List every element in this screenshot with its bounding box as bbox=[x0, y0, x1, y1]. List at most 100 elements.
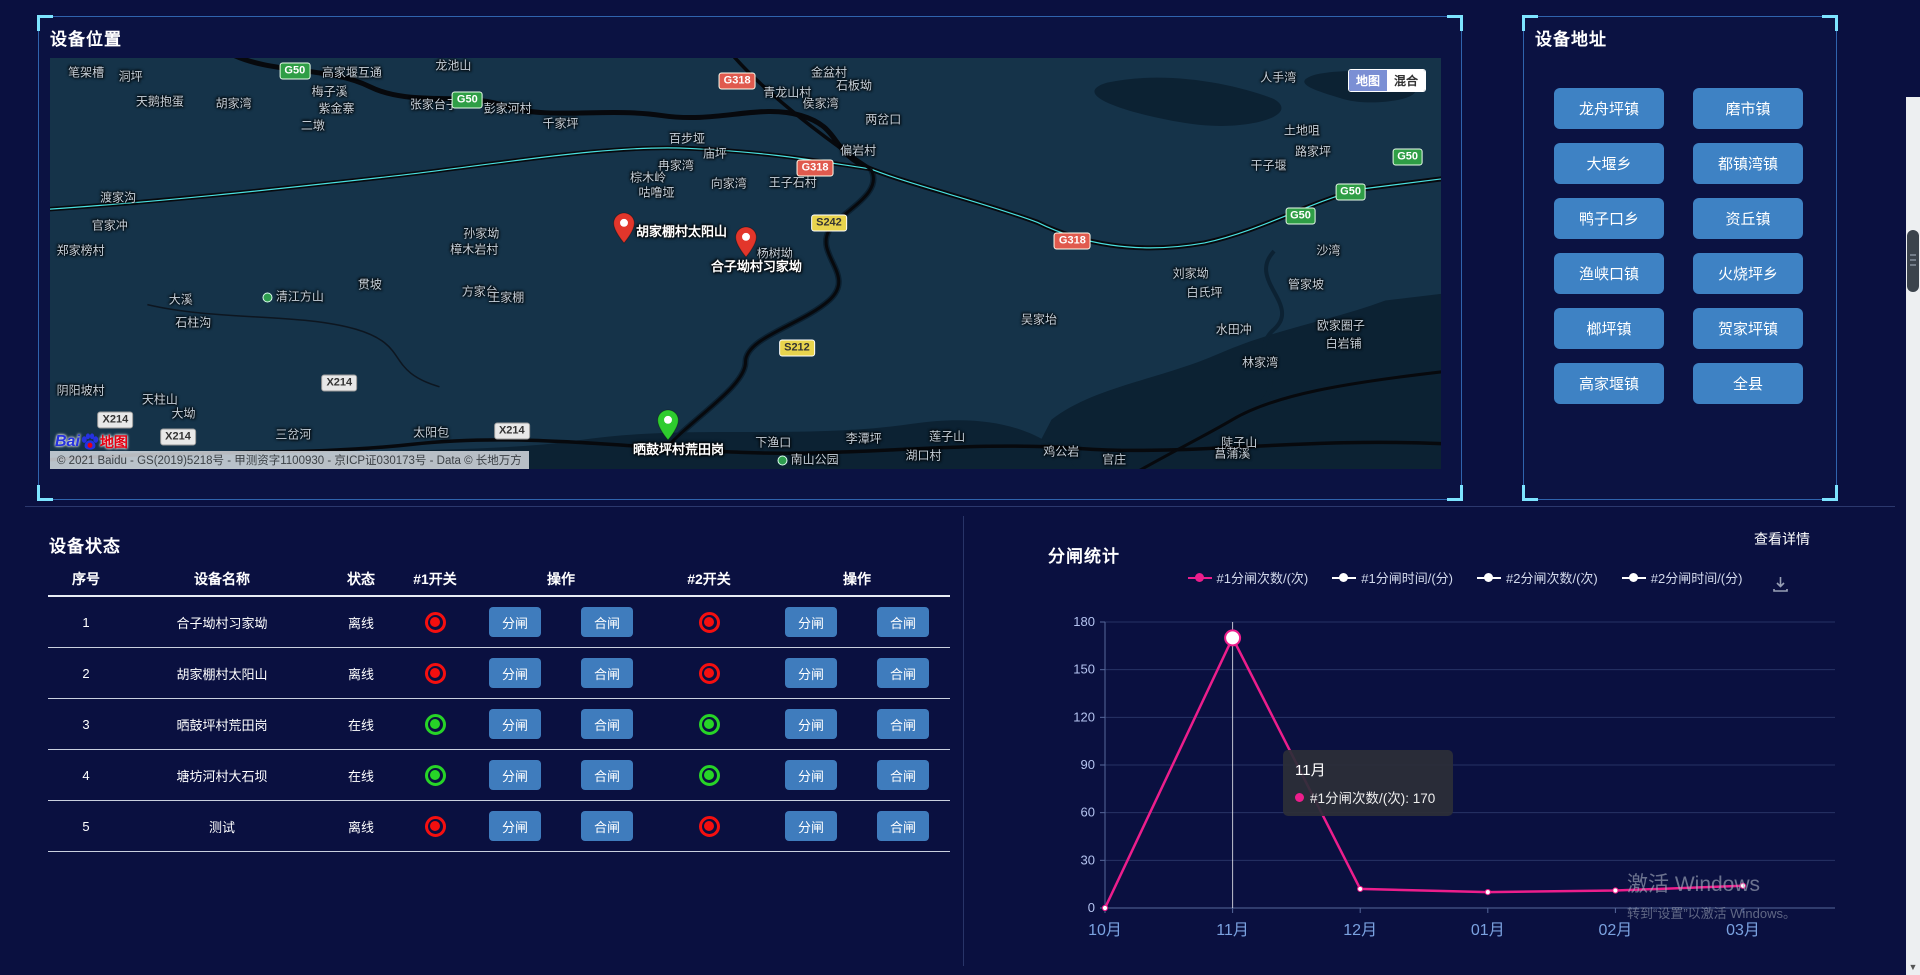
open-switch-button[interactable]: 分闸 bbox=[489, 607, 541, 637]
device-address-title: 设备地址 bbox=[1535, 25, 1607, 50]
map-type-hybrid[interactable]: 混合 bbox=[1387, 70, 1425, 91]
device-status-body: 1合子坳村习家坳离线分闸合闸分闸合闸2胡家棚村太阳山离线分闸合闸分闸合闸3晒鼓坪… bbox=[48, 597, 950, 852]
cell-switch1 bbox=[402, 663, 468, 684]
cell-status: 离线 bbox=[320, 613, 402, 632]
open-switch-button[interactable]: 分闸 bbox=[785, 709, 837, 739]
view-details-link[interactable]: 查看详情 bbox=[1754, 529, 1810, 549]
cell-switch2 bbox=[654, 663, 764, 684]
map-place-label: 沙湾 bbox=[1316, 242, 1340, 259]
map-place-label: 偏岩村 bbox=[840, 142, 876, 159]
download-icon[interactable] bbox=[1772, 576, 1789, 593]
open-switch-button[interactable]: 分闸 bbox=[785, 607, 837, 637]
device-location-title: 设备位置 bbox=[50, 25, 122, 50]
cell-operations2: 分闸 合闸 bbox=[764, 658, 950, 688]
address-button[interactable]: 贺家坪镇 bbox=[1693, 308, 1803, 349]
map-place-label: 石柱沟 bbox=[175, 313, 211, 330]
tooltip-category: 11月 bbox=[1295, 759, 1441, 780]
map-place-label: 紫金寨 bbox=[319, 100, 355, 117]
close-switch-button[interactable]: 合闸 bbox=[877, 607, 929, 637]
open-switch-button[interactable]: 分闸 bbox=[489, 760, 541, 790]
page-scrollbar[interactable]: ▼ bbox=[1906, 97, 1920, 975]
map-place-label: 官庄 bbox=[1102, 450, 1126, 467]
close-switch-button[interactable]: 合闸 bbox=[581, 811, 633, 841]
legend-item[interactable]: #1分闸次数/(次) bbox=[1188, 568, 1309, 587]
map-place-label: 南山公园 bbox=[778, 450, 839, 467]
legend-marker-icon bbox=[1477, 573, 1501, 582]
svg-text:180: 180 bbox=[1073, 614, 1095, 629]
address-button[interactable]: 磨市镇 bbox=[1693, 88, 1803, 129]
baidu-map[interactable]: 笔架槽洞坪天鹅抱蛋胡家湾高家堰互通梅子溪紫金寨二墩龙池山张家台子彭家河村千家坪金… bbox=[50, 58, 1441, 469]
map-place-label: 向家湾 bbox=[711, 174, 747, 191]
vertical-divider bbox=[963, 516, 964, 966]
close-switch-button[interactable]: 合闸 bbox=[581, 709, 633, 739]
scrollbar-thumb[interactable] bbox=[1907, 230, 1919, 292]
map-type-toggle[interactable]: 地图 混合 bbox=[1348, 69, 1426, 92]
map-marker-pin[interactable]: 晒鼓坪村荒田岗 bbox=[656, 409, 679, 446]
legend-item[interactable]: #1分闸时间/(分) bbox=[1332, 568, 1453, 587]
corner-decoration bbox=[37, 485, 53, 501]
map-place-label: 彭家河村 bbox=[484, 100, 532, 117]
switch1-indicator-off bbox=[425, 663, 446, 684]
close-switch-button[interactable]: 合闸 bbox=[877, 811, 929, 841]
svg-text:90: 90 bbox=[1081, 757, 1095, 772]
map-marker-pin[interactable]: 合子坳村习家坳 bbox=[734, 226, 757, 263]
corner-decoration bbox=[1447, 15, 1463, 31]
table-header-row: 序号 设备名称 状态 #1开关 操作 #2开关 操作 bbox=[48, 563, 950, 597]
cell-operations1: 分闸 合闸 bbox=[468, 658, 654, 688]
scrollbar-down-arrow[interactable]: ▼ bbox=[1906, 959, 1920, 975]
address-button[interactable]: 都镇湾镇 bbox=[1693, 143, 1803, 184]
cell-operations1: 分闸 合闸 bbox=[468, 607, 654, 637]
baidu-logo-map-word: 地图 bbox=[100, 432, 128, 452]
col-header-op1: 操作 bbox=[468, 569, 654, 589]
cell-switch2 bbox=[654, 612, 764, 633]
svg-text:01月: 01月 bbox=[1471, 922, 1505, 939]
switch1-indicator-on bbox=[425, 714, 446, 735]
open-switch-button[interactable]: 分闸 bbox=[785, 811, 837, 841]
address-button[interactable]: 渔峡口镇 bbox=[1554, 253, 1664, 294]
svg-text:120: 120 bbox=[1073, 709, 1095, 724]
open-switch-button[interactable]: 分闸 bbox=[489, 658, 541, 688]
close-switch-button[interactable]: 合闸 bbox=[877, 709, 929, 739]
close-switch-button[interactable]: 合闸 bbox=[877, 658, 929, 688]
open-switch-button[interactable]: 分闸 bbox=[489, 709, 541, 739]
map-place-label: 侯家湾 bbox=[803, 95, 839, 112]
address-button[interactable]: 高家堰镇 bbox=[1554, 363, 1664, 404]
map-place-label: 莲子山 bbox=[929, 428, 965, 445]
close-switch-button[interactable]: 合闸 bbox=[581, 607, 633, 637]
map-place-label: 洞坪 bbox=[119, 68, 143, 85]
col-header-status: 状态 bbox=[320, 569, 402, 589]
open-switch-button[interactable]: 分闸 bbox=[489, 811, 541, 841]
open-switch-button[interactable]: 分闸 bbox=[785, 658, 837, 688]
address-button[interactable]: 大堰乡 bbox=[1554, 143, 1664, 184]
cell-operations2: 分闸 合闸 bbox=[764, 709, 950, 739]
address-button[interactable]: 全县 bbox=[1693, 363, 1803, 404]
table-row: 2胡家棚村太阳山离线分闸合闸分闸合闸 bbox=[48, 648, 950, 699]
device-status-title: 设备状态 bbox=[49, 532, 121, 557]
dashboard: 设备位置 笔架槽洞坪天鹅抱蛋胡家湾高家堰互通梅子溪紫金寨二墩龙池山张家台子彭 bbox=[0, 0, 1920, 975]
address-button[interactable]: 资丘镇 bbox=[1693, 198, 1803, 239]
address-button[interactable]: 鸭子口乡 bbox=[1554, 198, 1664, 239]
cell-operations2: 分闸 合闸 bbox=[764, 607, 950, 637]
map-place-label: 湖口村 bbox=[906, 446, 942, 463]
legend-item[interactable]: #2分闸次数/(次) bbox=[1477, 568, 1598, 587]
map-place-label: 管家坡 bbox=[1288, 276, 1324, 293]
col-header-switch2: #2开关 bbox=[654, 569, 764, 589]
legend-item[interactable]: #2分闸时间/(分) bbox=[1622, 568, 1743, 587]
address-button[interactable]: 龙舟坪镇 bbox=[1554, 88, 1664, 129]
road-shield-G318: G318 bbox=[719, 73, 756, 90]
close-switch-button[interactable]: 合闸 bbox=[877, 760, 929, 790]
map-type-map[interactable]: 地图 bbox=[1349, 70, 1387, 91]
chart-legend: #1分闸次数/(次) #1分闸时间/(分) #2分闸次数/(次) #2分闸时间/(分) bbox=[1085, 568, 1845, 587]
close-switch-button[interactable]: 合闸 bbox=[581, 760, 633, 790]
map-place-label: 贯坡 bbox=[358, 276, 382, 293]
col-header-name: 设备名称 bbox=[124, 569, 320, 589]
legend-label: #1分闸时间/(分) bbox=[1361, 568, 1453, 587]
svg-text:30: 30 bbox=[1081, 852, 1095, 867]
address-button[interactable]: 榔坪镇 bbox=[1554, 308, 1664, 349]
map-marker-pin[interactable]: 胡家棚村太阳山 bbox=[613, 212, 636, 249]
address-button[interactable]: 火烧坪乡 bbox=[1693, 253, 1803, 294]
open-switch-button[interactable]: 分闸 bbox=[785, 760, 837, 790]
corner-decoration bbox=[1822, 485, 1838, 501]
tooltip-series-value: #1分闸次数/(次): 170 bbox=[1310, 787, 1435, 807]
close-switch-button[interactable]: 合闸 bbox=[581, 658, 633, 688]
